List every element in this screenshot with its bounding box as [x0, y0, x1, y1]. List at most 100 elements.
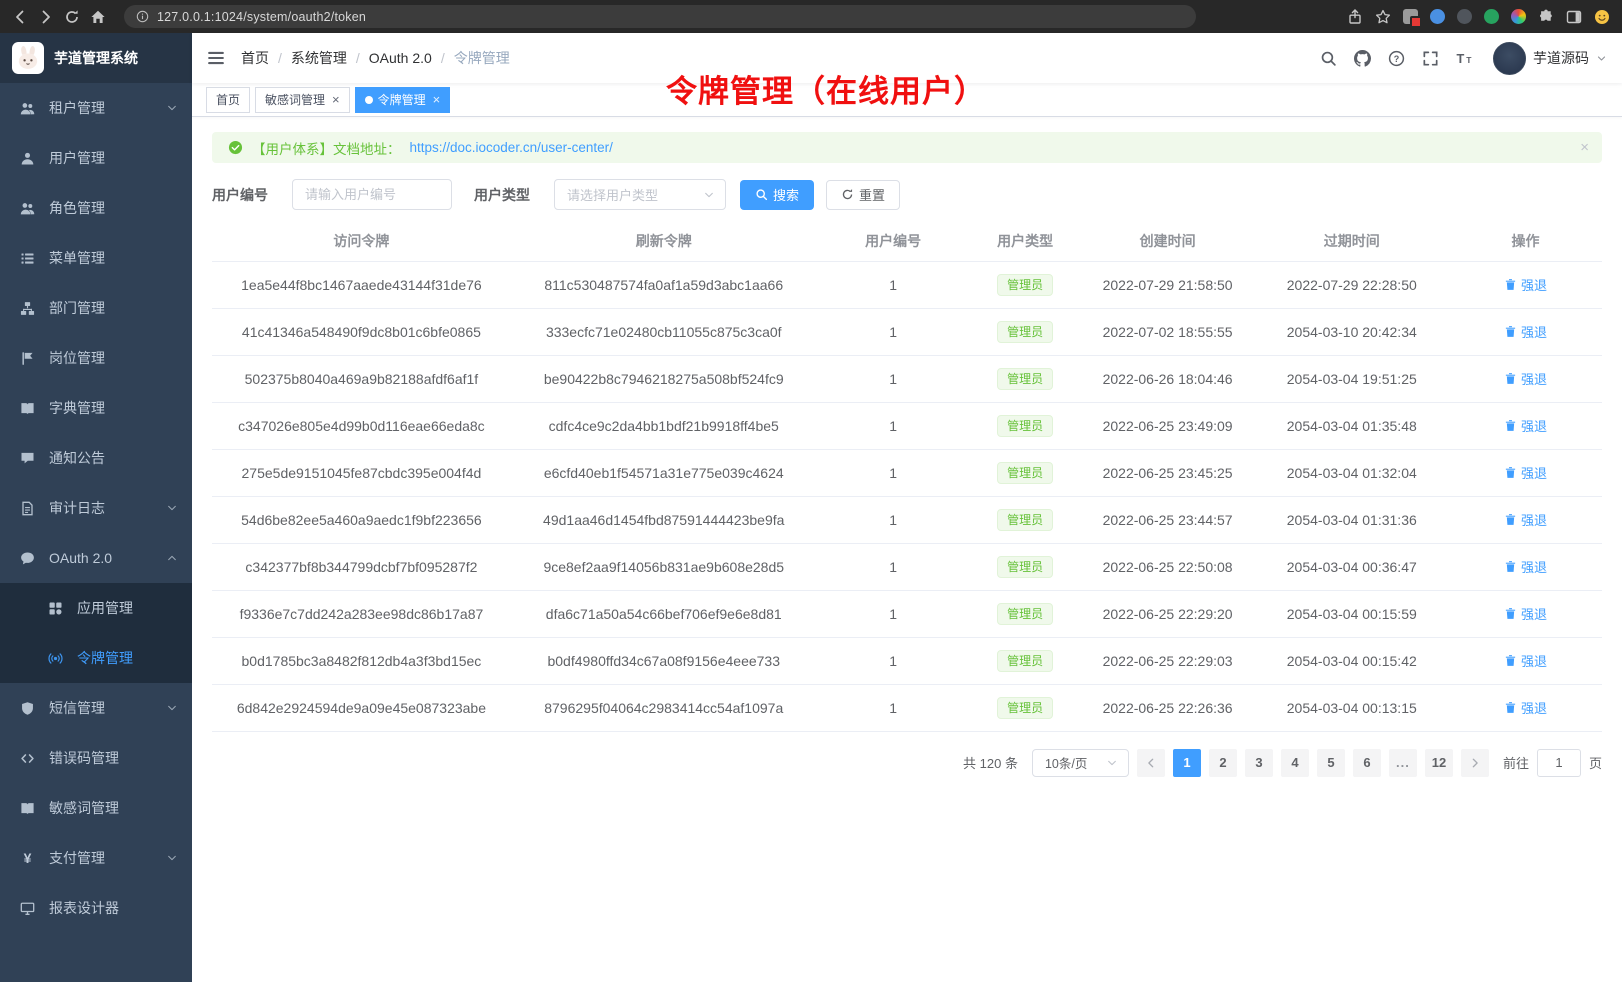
sidebar-item-notice[interactable]: 通知公告 — [0, 433, 192, 483]
pager-page-1[interactable]: 1 — [1173, 749, 1201, 777]
sidebar-item-audit-log[interactable]: 审计日志 — [0, 483, 192, 533]
force-logout-label: 强退 — [1521, 416, 1547, 435]
chat-icon — [20, 551, 35, 566]
sidebar-item-label: 租户管理 — [49, 98, 166, 118]
fullscreen-icon[interactable] — [1422, 50, 1439, 67]
sidebar-item-sms[interactable]: 短信管理 — [0, 683, 192, 733]
tab-home[interactable]: 首页 — [206, 87, 250, 113]
url-text: 127.0.0.1:1024/system/oauth2/token — [157, 10, 366, 24]
chevron-down-icon — [166, 852, 178, 864]
close-icon[interactable]: × — [1580, 139, 1589, 156]
search-icon[interactable] — [1320, 50, 1337, 67]
pager-more[interactable]: ... — [1389, 749, 1417, 777]
create-time: 2022-07-29 21:58:50 — [1103, 277, 1233, 293]
prev-page-button[interactable] — [1137, 749, 1165, 777]
force-logout-button[interactable]: 强退 — [1504, 322, 1547, 341]
breadcrumb-item[interactable]: 系统管理 — [291, 48, 347, 68]
trash-icon — [1504, 654, 1517, 667]
puzzle-icon[interactable] — [1538, 9, 1554, 25]
chevron-down-icon — [166, 502, 178, 514]
forward-icon[interactable] — [38, 9, 54, 25]
sidebar-item-oauth2-token[interactable]: 令牌管理 — [0, 633, 192, 683]
home-icon[interactable] — [90, 9, 106, 25]
goto-page-input[interactable] — [1537, 749, 1581, 777]
sidebar-item-tenant[interactable]: 租户管理 — [0, 83, 192, 133]
force-logout-button[interactable]: 强退 — [1504, 369, 1547, 388]
sidebar-item-menu[interactable]: 菜单管理 — [0, 233, 192, 283]
search-button[interactable]: 搜索 — [740, 180, 814, 210]
refresh-token: 49d1aa46d1454fbd87591444423be9fa — [543, 512, 784, 528]
refresh-token: e6cfd40eb1f54571a31e775e039c4624 — [544, 465, 784, 481]
share-icon[interactable] — [1347, 9, 1363, 25]
sidebar-item-report-designer[interactable]: 报表设计器 — [0, 883, 192, 933]
sidebar-item-error-code[interactable]: 错误码管理 — [0, 733, 192, 783]
reset-button[interactable]: 重置 — [826, 180, 900, 210]
info-icon[interactable] — [136, 10, 149, 23]
user-id: 1 — [889, 700, 897, 716]
star-icon[interactable] — [1375, 9, 1391, 25]
force-logout-button[interactable]: 强退 — [1504, 651, 1547, 670]
table-row: 275e5de9151045fe87cbdc395e004f4de6cfd40e… — [212, 449, 1602, 496]
trash-icon — [1504, 278, 1517, 291]
sidebar-item-label: 字典管理 — [49, 398, 178, 418]
alert-doc-link[interactable]: https://doc.iocoder.cn/user-center/ — [410, 140, 613, 155]
app-logo-row[interactable]: 芋道管理系统 — [0, 33, 192, 83]
pager-page-6[interactable]: 6 — [1353, 749, 1381, 777]
sidebar-item-sensitive-word[interactable]: 敏感词管理 — [0, 783, 192, 833]
tab-sensitive-word[interactable]: 敏感词管理× — [255, 87, 350, 113]
force-logout-button[interactable]: 强退 — [1504, 698, 1547, 717]
header-actions: ? TT 芋道源码 — [1320, 42, 1607, 75]
sidebar-item-oauth2-app[interactable]: 应用管理 — [0, 583, 192, 633]
expire-time: 2054-03-04 01:31:36 — [1287, 512, 1417, 528]
sidebar-item-role[interactable]: 角色管理 — [0, 183, 192, 233]
user-type-select[interactable]: 请选择用户类型 — [554, 179, 726, 210]
force-logout-button[interactable]: 强退 — [1504, 416, 1547, 435]
profile-avatar[interactable] — [1594, 9, 1610, 25]
force-logout-button[interactable]: 强退 — [1504, 510, 1547, 529]
sidebar-item-dept[interactable]: 部门管理 — [0, 283, 192, 333]
pager-page-12[interactable]: 12 — [1425, 749, 1453, 777]
sidebar-item-user[interactable]: 用户管理 — [0, 133, 192, 183]
extension-blue-icon[interactable] — [1430, 9, 1445, 24]
force-logout-button[interactable]: 强退 — [1504, 275, 1547, 294]
github-icon[interactable] — [1354, 50, 1371, 67]
trash-icon — [1504, 607, 1517, 620]
breadcrumb-item[interactable]: OAuth 2.0 — [369, 50, 432, 66]
sidebar-item-dict[interactable]: 字典管理 — [0, 383, 192, 433]
extension-gray-icon[interactable] — [1457, 9, 1472, 24]
pager-page-2[interactable]: 2 — [1209, 749, 1237, 777]
breadcrumb-separator: / — [278, 50, 282, 66]
sidebar-item-oauth2[interactable]: OAuth 2.0 — [0, 533, 192, 583]
extension-red-badge-icon[interactable] — [1403, 9, 1418, 24]
table-row: b0d1785bc3a8482f812db4a3f3bd15ecb0df4980… — [212, 637, 1602, 684]
address-bar[interactable]: 127.0.0.1:1024/system/oauth2/token — [124, 5, 1196, 28]
user-id-input[interactable] — [292, 179, 452, 210]
page-size-select[interactable]: 10条/页 — [1032, 749, 1129, 777]
pager-page-5[interactable]: 5 — [1317, 749, 1345, 777]
back-icon[interactable] — [12, 9, 28, 25]
force-logout-button[interactable]: 强退 — [1504, 604, 1547, 623]
extension-green-icon[interactable] — [1484, 9, 1499, 24]
pager-page-4[interactable]: 4 — [1281, 749, 1309, 777]
user-menu[interactable]: 芋道源码 — [1493, 42, 1607, 75]
close-icon[interactable]: × — [433, 93, 441, 106]
user-id: 1 — [889, 324, 897, 340]
user-type-badge: 管理员 — [997, 321, 1053, 343]
close-icon[interactable]: × — [332, 93, 340, 106]
force-logout-button[interactable]: 强退 — [1504, 463, 1547, 482]
sidebar-item-post[interactable]: 岗位管理 — [0, 333, 192, 383]
side-panel-icon[interactable] — [1566, 9, 1582, 25]
font-size-icon[interactable]: TT — [1456, 50, 1473, 67]
yen-icon: ¥ — [20, 851, 35, 866]
reload-icon[interactable] — [64, 9, 80, 25]
breadcrumb-item[interactable]: 首页 — [241, 48, 269, 68]
tab-token[interactable]: 令牌管理× — [355, 87, 451, 113]
refresh-token: b0df4980ffd34c67a08f9156e4eee733 — [547, 653, 780, 669]
pager-page-3[interactable]: 3 — [1245, 749, 1273, 777]
force-logout-button[interactable]: 强退 — [1504, 557, 1547, 576]
hamburger-icon[interactable] — [207, 49, 225, 67]
sidebar-item-pay[interactable]: ¥支付管理 — [0, 833, 192, 883]
extension-rainbow-icon[interactable] — [1511, 9, 1526, 24]
question-icon[interactable]: ? — [1388, 50, 1405, 67]
next-page-button[interactable] — [1461, 749, 1489, 777]
